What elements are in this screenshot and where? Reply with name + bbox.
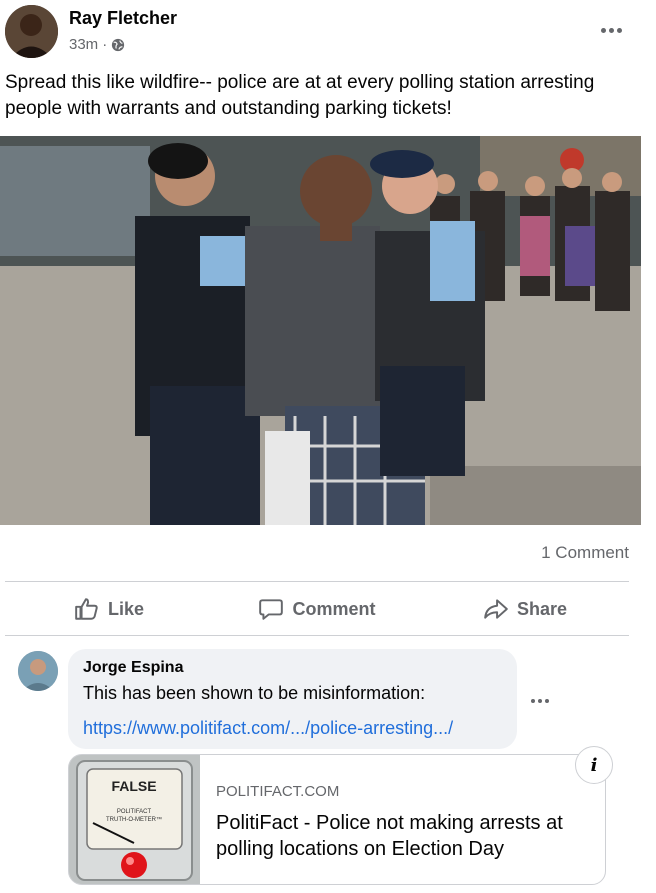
more-dot: [538, 699, 542, 703]
post-photo[interactable]: [0, 136, 641, 525]
speech-bubble-icon: [259, 599, 284, 620]
comment-bubble: Jorge Espina This has been shown to be m…: [68, 649, 517, 749]
svg-text:TRUTH-O-METER™: TRUTH-O-METER™: [106, 816, 162, 823]
post-meta: 33m ·: [69, 36, 125, 53]
more-dot: [531, 699, 535, 703]
comment-label: Comment: [292, 598, 376, 619]
post-time[interactable]: 33m: [69, 36, 98, 53]
more-dot: [545, 699, 549, 703]
share-arrow-icon: [484, 599, 508, 619]
like-button[interactable]: Like: [5, 583, 213, 635]
comment-button[interactable]: Comment: [213, 583, 421, 635]
commenter-avatar[interactable]: [18, 651, 58, 691]
comment-author-name[interactable]: Jorge Espina: [83, 659, 502, 677]
comment-link[interactable]: https://www.politifact.com/.../police-ar…: [83, 718, 502, 739]
link-domain: POLITIFACT.COM: [216, 783, 340, 800]
more-dot: [600, 27, 606, 33]
post-options-button[interactable]: [596, 18, 626, 42]
more-dot: [616, 27, 622, 33]
share-label: Share: [516, 598, 568, 619]
post-action-bar: Like Comment Share: [5, 583, 629, 635]
divider-bottom: [5, 635, 629, 636]
more-dot: [608, 27, 614, 33]
meta-separator: ·: [102, 36, 108, 53]
post-author-name[interactable]: Ray Fletcher: [69, 8, 177, 29]
svg-text:POLITIFACT: POLITIFACT: [117, 809, 152, 815]
comment-count-link[interactable]: 1 Comment: [541, 543, 629, 563]
comment-options-button[interactable]: [531, 694, 553, 708]
post-text: Spread this like wildfire-- police are a…: [5, 72, 595, 119]
like-label: Like: [107, 598, 145, 619]
link-preview-card[interactable]: FALSE POLITIFACT TRUTH-O-METER™ POLITIFA…: [68, 754, 606, 885]
comment-text: This has been shown to be misinformation…: [83, 683, 426, 703]
meter-false-label: FALSE: [111, 778, 156, 794]
link-title[interactable]: PolitiFact - Police not making arrests a…: [216, 810, 596, 862]
globe-icon[interactable]: [111, 38, 125, 52]
divider-top: [5, 581, 629, 582]
truth-o-meter-thumbnail: FALSE POLITIFACT TRUTH-O-METER™: [69, 755, 200, 884]
share-button[interactable]: Share: [421, 583, 629, 635]
info-icon[interactable]: i: [575, 746, 613, 784]
thumbs-up-icon: [75, 598, 98, 620]
post-header: Ray Fletcher 33m ·: [0, 0, 656, 66]
author-avatar[interactable]: [5, 5, 58, 58]
link-preview-info: POLITIFACT.COM PolitiFact - Police not m…: [216, 783, 596, 862]
